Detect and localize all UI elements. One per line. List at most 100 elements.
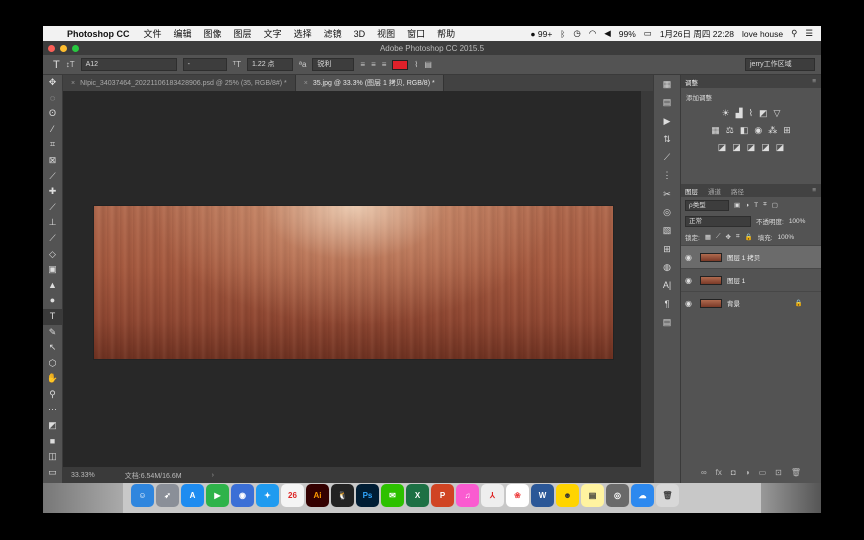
text-orientation-icon[interactable]: ↕T [66, 60, 75, 69]
curves-icon[interactable]: ⌇ [749, 108, 753, 119]
canvas-area[interactable] [63, 91, 641, 467]
close-tab-icon[interactable]: × [71, 80, 75, 87]
tab-paths[interactable]: 路径 [731, 186, 744, 196]
tab-document-1[interactable]: × NIpic_34037464_20221106183428906.psd @ … [63, 75, 296, 91]
font-size-select[interactable]: 1.22 点 [246, 58, 293, 71]
zoom-tool-icon[interactable]: ⚲ [43, 387, 62, 403]
eyedropper-tool-icon[interactable]: ⟋ [43, 169, 62, 185]
menu-edit[interactable]: 编辑 [174, 27, 192, 40]
photo-filter-icon[interactable]: ◉ [754, 125, 762, 136]
lock-artboard-icon[interactable]: ⌗ [736, 233, 740, 241]
3d-panel-icon[interactable]: ◍ [654, 258, 680, 276]
character-panel-icon[interactable]: ▤ [424, 60, 432, 69]
app-store-icon[interactable]: A [181, 484, 204, 507]
brush-presets-icon[interactable]: ⋮ [654, 166, 680, 184]
volume-icon[interactable]: ◀ [604, 28, 611, 39]
menu-view[interactable]: 视图 [377, 27, 395, 40]
hue-saturation-icon[interactable]: ▦ [711, 125, 720, 136]
paragraph-panel-icon[interactable]: ¶ [654, 295, 680, 313]
tool-presets-icon[interactable]: ◎ [654, 203, 680, 221]
eye-icon[interactable]: ◉ [685, 253, 695, 262]
color-swatches[interactable]: ■ [43, 434, 62, 450]
filter-pixel-icon[interactable]: ▣ [734, 201, 740, 209]
layer-style-icon[interactable]: fx [716, 468, 722, 482]
opacity-value[interactable]: 100% [789, 218, 806, 225]
wifi-icon[interactable]: ◠ [589, 28, 596, 39]
spotlight-search-icon[interactable]: ⚲ [791, 28, 797, 39]
excel-icon[interactable]: X [406, 484, 429, 507]
history-brush-tool-icon[interactable]: ⟋ [43, 231, 62, 247]
properties-panel-icon[interactable]: ▤ [654, 93, 680, 111]
brightness-icon[interactable]: ☀ [722, 108, 730, 119]
screen-mode-icon[interactable]: ▭ [43, 465, 62, 481]
gradient-tool-icon[interactable]: ▣ [43, 262, 62, 278]
crop-tool-icon[interactable]: ⌗ [43, 137, 62, 153]
default-colors-icon[interactable]: ◩ [43, 418, 62, 434]
threshold-icon[interactable]: ◪ [747, 142, 756, 153]
finder-icon[interactable]: ☺ [131, 484, 154, 507]
lock-transparent-icon[interactable]: ▦ [705, 233, 711, 241]
app-menu[interactable]: Photoshop CC [67, 29, 130, 39]
facetime-icon[interactable]: ▶ [206, 484, 229, 507]
notification-center-icon[interactable]: ☰ [805, 28, 813, 39]
user-name[interactable]: love house [742, 29, 783, 39]
bluetooth-icon[interactable]: ᛒ [560, 29, 565, 39]
eraser-tool-icon[interactable]: ◇ [43, 247, 62, 263]
tab-adjustments[interactable]: 调整 [685, 77, 698, 87]
character-panel-icon[interactable]: A| [654, 276, 680, 294]
marquee-tool-icon[interactable]: ◌ [43, 91, 62, 107]
black-white-icon[interactable]: ◧ [740, 125, 749, 136]
menu-3d[interactable]: 3D [354, 29, 366, 39]
channel-mixer-icon[interactable]: ⁂ [768, 125, 777, 136]
menu-window[interactable]: 窗口 [407, 27, 425, 40]
notes-panel-icon[interactable]: ▤ [654, 313, 680, 331]
launchpad-icon[interactable]: ➶ [156, 484, 179, 507]
pen-tool-icon[interactable]: ✎ [43, 325, 62, 341]
layer-row[interactable]: ◉ 图层 1 拷贝 [681, 245, 821, 268]
powerpoint-icon[interactable]: P [431, 484, 454, 507]
lock-all-icon[interactable]: 🔒 [745, 233, 753, 241]
close-tab-icon[interactable]: × [304, 80, 308, 87]
healing-brush-tool-icon[interactable]: ✚ [43, 184, 62, 200]
align-center-icon[interactable]: ≡ [371, 60, 376, 69]
levels-icon[interactable]: ▟ [736, 108, 743, 119]
qq-icon[interactable]: 🐧 [331, 484, 354, 507]
add-mask-icon[interactable]: ◘ [731, 468, 736, 482]
menu-layer[interactable]: 图层 [234, 27, 252, 40]
wechat-icon[interactable]: ✉ [381, 484, 404, 507]
photoshop-icon[interactable]: Ps [356, 484, 379, 507]
history-panel-icon[interactable]: ▦ [654, 75, 680, 93]
color-lookup-icon[interactable]: ⊞ [783, 125, 791, 136]
illustrator-icon[interactable]: Ai [306, 484, 329, 507]
zoom-level[interactable]: 33.33% [71, 472, 95, 479]
blend-mode-select[interactable]: 正常 [685, 215, 751, 227]
grid-panel-icon[interactable]: ⊞ [654, 240, 680, 258]
actions-panel-icon[interactable]: ▶ [654, 112, 680, 130]
brush-tool-icon[interactable]: ⟋ [43, 200, 62, 216]
posterize-icon[interactable]: ◪ [732, 142, 741, 153]
dodge-tool-icon[interactable]: ● [43, 293, 62, 309]
safari-icon[interactable]: ✦ [256, 484, 279, 507]
frame-tool-icon[interactable]: ⊠ [43, 153, 62, 169]
layer-row[interactable]: ◉ 图层 1 [681, 268, 821, 291]
trash-icon[interactable]: 🗑 [656, 484, 679, 507]
quick-mask-icon[interactable]: ◫ [43, 449, 62, 465]
brush-panel-icon[interactable]: ⟋ [654, 148, 680, 166]
menu-select[interactable]: 选择 [294, 27, 312, 40]
tab-document-2[interactable]: × 35.jpg @ 33.3% (图层 1 拷贝, RGB/8) * [295, 75, 444, 91]
swatches-panel-icon[interactable]: ▧ [654, 221, 680, 239]
wechat-status-icon[interactable]: ● 99+ [530, 29, 552, 39]
align-left-icon[interactable]: ≡ [360, 60, 365, 69]
vibrance-icon[interactable]: ▽ [774, 108, 781, 119]
blur-tool-icon[interactable]: ▲ [43, 278, 62, 294]
new-layer-icon[interactable]: ⊡ [775, 468, 782, 482]
vertical-scrollbar[interactable] [641, 91, 653, 467]
hand-tool-icon[interactable]: ✋ [43, 371, 62, 387]
lasso-tool-icon[interactable]: ʘ [43, 106, 62, 122]
wood-texture-image[interactable] [94, 206, 613, 359]
baidu-netdisk-icon[interactable]: ☁ [631, 484, 654, 507]
layer-kind-filter[interactable]: ρ类型 [685, 199, 729, 211]
acrobat-icon[interactable]: ⅄ [481, 484, 504, 507]
filter-type-icon[interactable]: T [754, 202, 758, 209]
yellow-app-icon[interactable]: ☻ [556, 484, 579, 507]
